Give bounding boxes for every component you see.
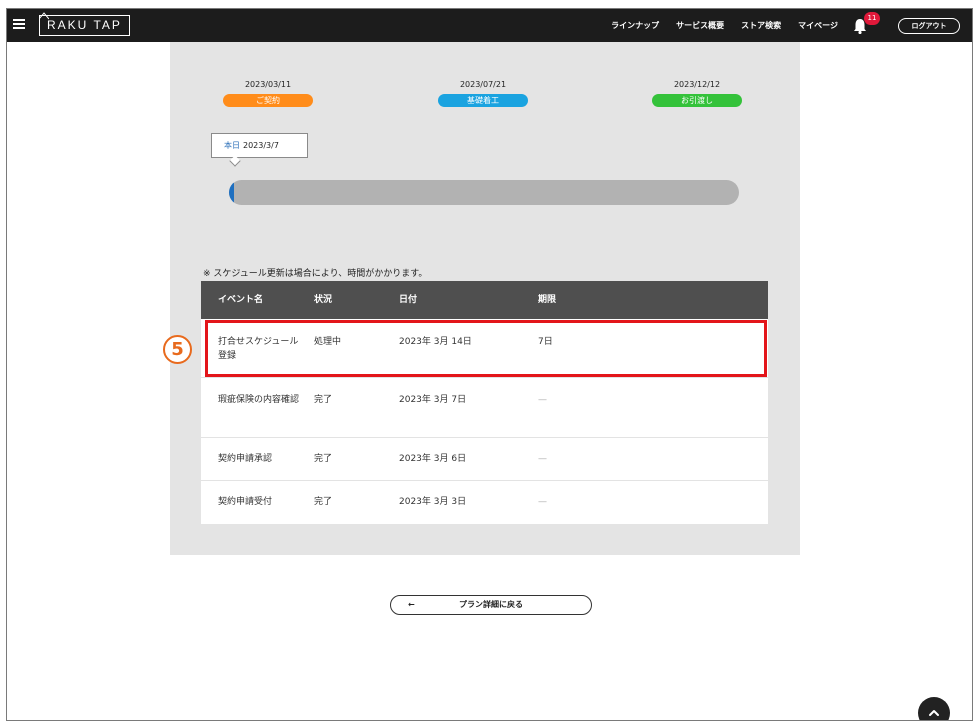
cell-status: 完了: [314, 497, 333, 507]
back-button-label: プラン詳細に戻る: [459, 600, 523, 609]
house-roof-icon: [39, 12, 49, 20]
milestone-contract: 2023/03/11 ご契約: [223, 80, 313, 107]
nav-store-search[interactable]: ストア検索: [741, 20, 781, 31]
cell-event: 契約申請承認: [218, 454, 273, 464]
today-label: 本日: [224, 141, 240, 150]
cell-deadline: —: [538, 395, 547, 405]
milestone-foundation: 2023/07/21 基礎着工: [438, 80, 528, 107]
nav-service-overview[interactable]: サービス概要: [676, 20, 724, 31]
milestone-date: 2023/12/12: [673, 80, 721, 89]
highlight-box: [205, 320, 767, 377]
schedule-panel: 2023/03/11 ご契約 2023/07/21 基礎着工 2023/12/1…: [170, 42, 800, 555]
milestone-date: 2023/03/11: [244, 80, 292, 89]
nav-lineup[interactable]: ラインナップ: [611, 20, 659, 31]
milestone-label: 基礎着工: [438, 94, 528, 107]
table-row: 瑕疵保険の内容確認 完了 2023年 3月 7日 —: [201, 378, 768, 438]
milestone-handover: 2023/12/12 お引渡し: [652, 80, 742, 107]
cell-date: 2023年 3月 7日: [399, 395, 467, 405]
milestone-date: 2023/07/21: [459, 80, 507, 89]
today-callout: 本日 2023/3/7: [211, 133, 308, 167]
col-date: 日付: [399, 295, 418, 305]
progress-fill: [229, 180, 235, 205]
table-row: 契約申請受付 完了 2023年 3月 3日 —: [201, 481, 768, 524]
back-to-plan-button[interactable]: ← プラン詳細に戻る: [390, 595, 592, 615]
global-nav: ラインナップ サービス概要 ストア検索 マイページ: [594, 9, 838, 42]
step-marker: 5: [163, 335, 192, 364]
schedule-note: ※ スケジュール更新は場合により、時間がかかります。: [203, 269, 428, 279]
cell-date: 2023年 3月 6日: [399, 454, 467, 464]
milestone-label: お引渡し: [652, 94, 742, 107]
col-event: イベント名: [218, 295, 264, 305]
cell-deadline: —: [538, 497, 547, 507]
top-header: RAKU TAP ラインナップ サービス概要 ストア検索 マイページ 11 ログ…: [7, 9, 972, 42]
cell-deadline: —: [538, 454, 547, 464]
callout-tail: [229, 155, 241, 167]
cell-date: 2023年 3月 3日: [399, 497, 467, 507]
cell-event: 瑕疵保険の内容確認: [218, 395, 300, 405]
schedule-table: イベント名 状況 日付 期限 打合せスケジュール登録 処理中 2023年 3月 …: [201, 281, 768, 524]
cell-status: 完了: [314, 454, 333, 464]
table-row: 契約申請承認 完了 2023年 3月 6日 —: [201, 438, 768, 481]
logo[interactable]: RAKU TAP: [39, 12, 130, 36]
menu-icon[interactable]: [13, 19, 25, 29]
nav-my-page[interactable]: マイページ: [798, 20, 838, 31]
cell-status: 完了: [314, 395, 333, 405]
table-header: イベント名 状況 日付 期限: [201, 281, 768, 319]
chevron-up-icon: [929, 710, 939, 716]
col-status: 状況: [314, 295, 333, 305]
logo-text: RAKU TAP: [47, 18, 122, 32]
logout-button[interactable]: ログアウト: [898, 18, 960, 34]
milestone-label: ご契約: [223, 94, 313, 107]
scroll-to-top-button[interactable]: [918, 697, 950, 720]
col-deadline: 期限: [538, 295, 557, 305]
progress-track: [229, 180, 739, 205]
cell-event: 契約申請受付: [218, 497, 273, 507]
today-date: 2023/3/7: [243, 141, 279, 150]
notification-badge: 11: [864, 12, 880, 25]
